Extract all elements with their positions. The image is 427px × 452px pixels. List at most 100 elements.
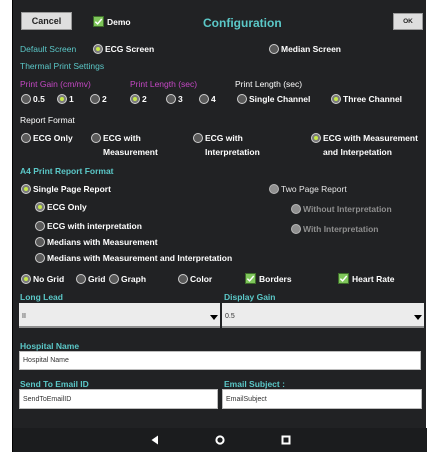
radio-medians-meas-interp[interactable]: Medians with Measurement and Interpretat… bbox=[35, 253, 232, 263]
radio-gain-2-label: 2 bbox=[102, 94, 107, 104]
radio-icon bbox=[193, 133, 203, 143]
radio-length-2[interactable]: 2 bbox=[130, 94, 147, 104]
ok-button[interactable]: OK bbox=[393, 13, 423, 30]
radio-ecg-with-meas-interp[interactable]: ECG with Measurement bbox=[311, 133, 418, 143]
radio-length-4-label: 4 bbox=[211, 94, 216, 104]
dropdown-caret-icon bbox=[210, 315, 218, 320]
long-lead-value: II bbox=[22, 313, 26, 320]
radio-gain-2[interactable]: 2 bbox=[90, 94, 107, 104]
display-gain-label: Display Gain bbox=[224, 292, 276, 302]
radio-no-grid-label: No Grid bbox=[33, 274, 65, 284]
radio-without-interpretation[interactable]: Without Interpretation bbox=[291, 204, 392, 214]
radio-single-page-report[interactable]: Single Page Report bbox=[21, 184, 111, 194]
email-subject-label: Email Subject : bbox=[224, 379, 285, 389]
ok-button-label: OK bbox=[403, 18, 413, 25]
radio-icon bbox=[35, 237, 45, 247]
radio-ecg-with-interp-a4-label: ECG with interpretation bbox=[47, 221, 142, 231]
recents-icon[interactable] bbox=[280, 434, 292, 446]
radio-with-interpretation[interactable]: With Interpretation bbox=[291, 224, 378, 234]
email-id-placeholder: SendToEmailID bbox=[23, 395, 72, 403]
print-length-label-2: Print Length (sec) bbox=[235, 79, 303, 89]
long-lead-select[interactable]: II bbox=[19, 303, 220, 328]
long-lead-label: Long Lead bbox=[20, 292, 63, 302]
radio-median-screen[interactable]: Median Screen bbox=[269, 44, 341, 54]
heart-rate-checkbox[interactable]: Heart Rate bbox=[338, 273, 395, 284]
radio-icon bbox=[269, 184, 279, 194]
radio-ecg-only-label: ECG Only bbox=[33, 133, 73, 143]
radio-icon bbox=[331, 94, 341, 104]
radio-three-channel-label: Three Channel bbox=[343, 94, 403, 104]
check-icon bbox=[93, 16, 104, 27]
radio-icon bbox=[21, 133, 31, 143]
radio-ecg-with-interp-a4[interactable]: ECG with interpretation bbox=[35, 221, 142, 231]
heart-rate-label: Heart Rate bbox=[352, 273, 395, 284]
radio-icon bbox=[269, 44, 279, 54]
radio-icon bbox=[76, 274, 86, 284]
radio-icon bbox=[35, 221, 45, 231]
radio-medians-measurement-label: Medians with Measurement bbox=[47, 237, 158, 247]
back-icon[interactable] bbox=[149, 434, 161, 446]
radio-ecg-screen[interactable]: ECG Screen bbox=[93, 44, 154, 54]
thermal-print-section-title: Thermal Print Settings bbox=[20, 61, 105, 71]
radio-icon bbox=[21, 274, 31, 284]
print-length-label: Print Length (sec) bbox=[130, 79, 198, 89]
radio-two-page-report[interactable]: Two Page Report bbox=[269, 184, 347, 194]
radio-icon bbox=[21, 184, 31, 194]
radio-median-screen-label: Median Screen bbox=[281, 44, 341, 54]
display-gain-value: 0.5 bbox=[225, 313, 235, 320]
radio-ecg-with-meas-interp-label: ECG with Measurement bbox=[323, 133, 418, 143]
hospital-name-label: Hospital Name bbox=[20, 341, 80, 351]
radio-ecg-with-interpretation-label-2: Interpretation bbox=[205, 147, 260, 157]
radio-medians-meas-interp-label: Medians with Measurement and Interpretat… bbox=[47, 253, 233, 263]
borders-label: Borders bbox=[259, 273, 292, 284]
radio-single-page-report-label: Single Page Report bbox=[33, 184, 111, 194]
radio-icon bbox=[311, 133, 321, 143]
email-id-input[interactable]: SendToEmailID bbox=[19, 389, 218, 409]
demo-label: Demo bbox=[107, 16, 131, 27]
radio-ecg-with-meas-interp-label-2: and Interpetation bbox=[323, 147, 392, 157]
check-icon bbox=[338, 273, 349, 284]
radio-grid[interactable]: Grid bbox=[76, 274, 105, 284]
radio-length-4[interactable]: 4 bbox=[199, 94, 216, 104]
radio-three-channel[interactable]: Three Channel bbox=[331, 94, 402, 104]
radio-icon bbox=[57, 94, 67, 104]
cancel-button[interactable]: Cancel bbox=[21, 12, 72, 30]
radio-without-interpretation-label: Without Interpretation bbox=[303, 204, 392, 214]
radio-a4-ecg-only-label: ECG Only bbox=[47, 202, 87, 212]
radio-a4-ecg-only[interactable]: ECG Only bbox=[35, 202, 87, 212]
radio-medians-measurement[interactable]: Medians with Measurement bbox=[35, 237, 158, 247]
print-gain-label: Print Gain (cm/mv) bbox=[20, 79, 91, 89]
radio-single-channel[interactable]: Single Channel bbox=[237, 94, 310, 104]
borders-checkbox[interactable]: Borders bbox=[245, 273, 292, 284]
radio-length-3[interactable]: 3 bbox=[166, 94, 183, 104]
radio-gain-1-label: 1 bbox=[69, 94, 74, 104]
radio-ecg-with-interpretation[interactable]: ECG with bbox=[193, 133, 243, 143]
radio-ecg-only[interactable]: ECG Only bbox=[21, 133, 73, 143]
demo-checkbox[interactable]: Demo bbox=[93, 16, 131, 27]
radio-icon bbox=[130, 94, 140, 104]
page-title: Configuration bbox=[203, 16, 282, 30]
radio-color[interactable]: Color bbox=[178, 274, 212, 284]
report-format-label: Report Format bbox=[20, 115, 75, 125]
radio-graph-label: Graph bbox=[121, 274, 147, 284]
dropdown-caret-icon bbox=[414, 315, 422, 320]
radio-ecg-with-interpretation-label: ECG with bbox=[205, 133, 243, 143]
hospital-name-input[interactable]: Hospital Name bbox=[19, 351, 421, 370]
navigation-bar bbox=[13, 428, 427, 452]
radio-ecg-with-measurement[interactable]: ECG with bbox=[91, 133, 141, 143]
email-subject-input[interactable]: EmailSubject bbox=[222, 389, 422, 409]
radio-no-grid[interactable]: No Grid bbox=[21, 274, 64, 284]
radio-icon bbox=[291, 224, 301, 234]
radio-icon bbox=[166, 94, 176, 104]
home-icon[interactable] bbox=[214, 434, 226, 446]
radio-graph[interactable]: Graph bbox=[109, 274, 146, 284]
radio-gain-0-5[interactable]: 0.5 bbox=[21, 94, 45, 104]
radio-icon bbox=[35, 253, 45, 263]
check-icon bbox=[245, 273, 256, 284]
radio-icon bbox=[93, 44, 103, 54]
radio-icon bbox=[35, 202, 45, 212]
radio-gain-1[interactable]: 1 bbox=[57, 94, 74, 104]
radio-ecg-screen-label: ECG Screen bbox=[105, 44, 155, 54]
display-gain-select[interactable]: 0.5 bbox=[222, 303, 424, 328]
cancel-button-label: Cancel bbox=[31, 16, 62, 26]
